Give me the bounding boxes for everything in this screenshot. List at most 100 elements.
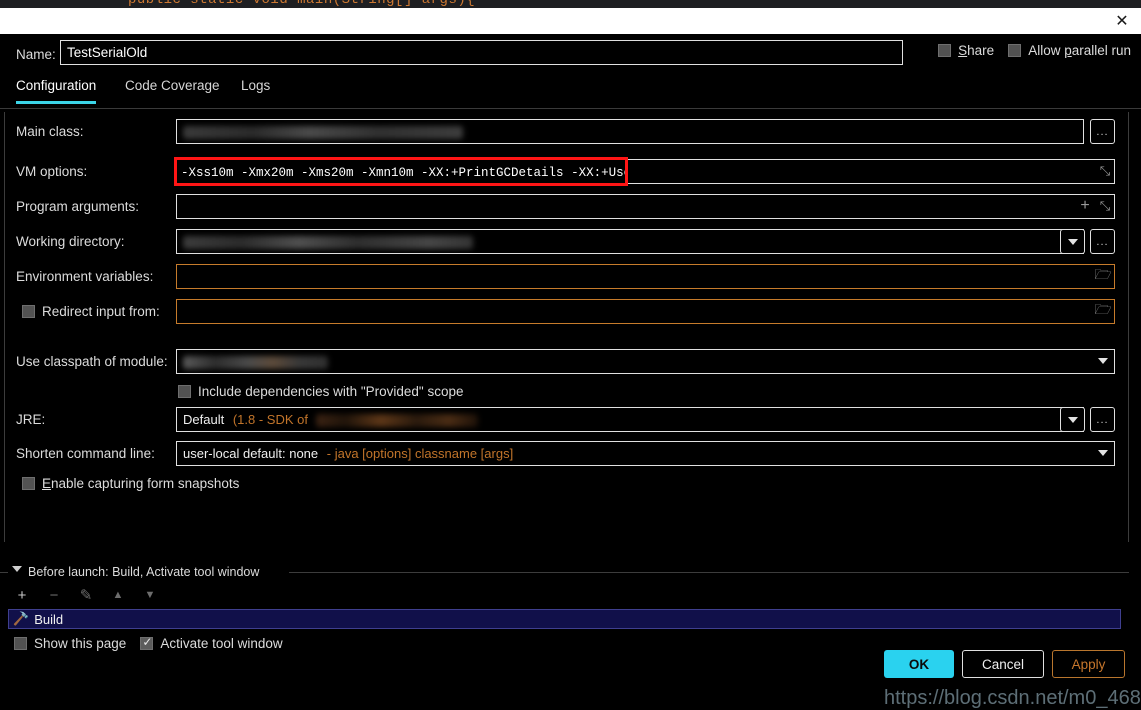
before-launch-collapse-icon[interactable] [12, 566, 22, 572]
jre-dropdown-button[interactable] [1060, 407, 1085, 432]
vm-options-label: VM options: [16, 164, 88, 179]
activate-tool-window-checkbox-box [140, 635, 154, 650]
top-checkboxes: Share Allow parallel run [938, 43, 1131, 58]
show-this-page-checkbox-box [14, 637, 27, 650]
environment-variables-label: Environment variables: [16, 269, 154, 284]
tab-divider [0, 108, 1141, 109]
working-directory-redacted-value [183, 236, 473, 250]
form-snapshots-checkbox[interactable]: Enable capturing form snapshots [22, 476, 239, 491]
allow-parallel-run-checkbox-box [1008, 44, 1022, 57]
redirect-input-label: Redirect input from: [42, 304, 160, 319]
panel-left-edge [4, 112, 5, 542]
ellipsis-icon: ... [1096, 413, 1109, 426]
name-label: Name: [16, 47, 56, 62]
tab-code-coverage-label: Code Coverage [125, 78, 220, 93]
form-snapshots-checkbox-box [22, 477, 35, 490]
vm-options-value: -Xss10m -Xmx20m -Xms20m -Xmn10m -XX:+Pri… [181, 166, 625, 180]
run-configuration-dialog: Name: TestSerialOld Share Allow parallel… [0, 34, 1141, 709]
shorten-command-line-value: user-local default: none [183, 446, 319, 461]
before-launch-task-label: Build [34, 611, 64, 627]
allow-parallel-run-checkbox[interactable]: Allow parallel run [1008, 43, 1131, 58]
vm-options-input-continuation[interactable] [628, 159, 1115, 184]
activate-tool-window-checkbox[interactable]: Activate tool window [140, 635, 283, 651]
before-launch-options: Show this page Activate tool window [14, 635, 283, 651]
remove-task-button[interactable]: − [46, 587, 62, 604]
cancel-button[interactable]: Cancel [962, 650, 1044, 678]
shorten-command-line-detail: - java [options] classname [args] [326, 446, 514, 461]
jre-label: JRE: [16, 412, 46, 427]
redirect-input-checkbox-box [22, 305, 35, 318]
working-directory-input[interactable] [176, 229, 1084, 254]
working-directory-browse-button[interactable]: ... [1090, 229, 1115, 254]
shorten-command-line-select[interactable]: user-local default: none - java [options… [176, 441, 1115, 466]
chevron-down-icon [1067, 416, 1078, 423]
before-launch-toolbar: + − ✎ ▲ ▼ [14, 587, 158, 605]
before-launch-line-right [289, 572, 1129, 573]
name-input[interactable]: TestSerialOld [60, 40, 903, 65]
before-launch-title: Before launch: Build, Activate tool wind… [28, 565, 266, 579]
background-code-strip: public static void main(String[] args){ [0, 0, 1141, 8]
environment-variables-folder-icon[interactable]: 🗁 [1094, 266, 1112, 286]
jre-value-detail: (1.8 - SDK of [232, 412, 308, 427]
program-arguments-input[interactable] [176, 194, 1115, 219]
tab-code-coverage[interactable]: Code Coverage [125, 78, 220, 101]
hammer-icon: 🔨 [13, 611, 30, 626]
share-accel: S [958, 43, 968, 58]
classpath-module-select[interactable] [176, 349, 1115, 374]
form-snapshots-label: Enable capturing form snapshots [42, 476, 239, 491]
form-snapshots-accel: E [42, 476, 52, 491]
shorten-command-line-dropdown-icon[interactable] [1096, 445, 1110, 461]
parallel-accel: p [1064, 43, 1072, 58]
share-checkbox[interactable]: Share [938, 43, 994, 58]
tab-logs[interactable]: Logs [241, 78, 270, 101]
add-task-button[interactable]: + [14, 587, 30, 604]
move-up-button[interactable]: ▲ [110, 587, 126, 603]
include-provided-checkbox-box [178, 385, 191, 398]
tab-configuration[interactable]: Configuration [16, 78, 97, 104]
working-directory-dropdown-button[interactable] [1060, 229, 1085, 254]
ok-button[interactable]: OK [884, 650, 954, 678]
redirect-input-field[interactable] [176, 299, 1115, 324]
classpath-module-label: Use classpath of module: [16, 354, 168, 369]
before-launch-line-left [0, 572, 8, 573]
program-arguments-add-icon[interactable]: + [1078, 196, 1092, 216]
main-class-browse-button[interactable]: ... [1090, 119, 1115, 144]
parallel-label-pre: Allow [1028, 43, 1065, 58]
include-provided-checkbox[interactable]: Include dependencies with "Provided" sco… [178, 384, 464, 399]
edit-task-button[interactable]: ✎ [78, 587, 94, 604]
ellipsis-icon: ... [1096, 235, 1109, 248]
jre-value-main: Default [183, 412, 225, 427]
share-label: Share [958, 43, 994, 58]
move-down-button[interactable]: ▼ [142, 587, 158, 603]
main-class-input[interactable] [176, 119, 1084, 144]
name-row: Name: TestSerialOld Share Allow parallel… [0, 40, 1141, 72]
redirect-input-checkbox[interactable]: Redirect input from: [22, 304, 160, 319]
apply-button[interactable]: Apply [1052, 650, 1125, 678]
panel-right-edge [1128, 112, 1129, 542]
tab-active-underline [16, 101, 97, 104]
vm-options-expand-icon[interactable]: ⤡ [1098, 161, 1112, 181]
show-this-page-checkbox[interactable]: Show this page [14, 636, 126, 651]
program-arguments-label: Program arguments: [16, 199, 140, 214]
shorten-command-line-label: Shorten command line: [16, 446, 155, 461]
tab-logs-label: Logs [241, 78, 271, 93]
vm-options-input[interactable]: -Xss10m -Xmx20m -Xms20m -Xmn10m -XX:+Pri… [174, 157, 628, 186]
redirect-input-folder-icon[interactable]: 🗁 [1094, 301, 1112, 321]
before-launch-task-row[interactable]: 🔨 Build [8, 609, 1121, 629]
activate-tool-window-label: Activate tool window [160, 636, 283, 651]
chevron-down-icon [1098, 358, 1108, 364]
jre-select[interactable]: Default (1.8 - SDK of [176, 407, 1084, 432]
form-snapshots-label-rest: nable capturing form snapshots [51, 476, 240, 491]
classpath-module-redacted-value [183, 356, 328, 370]
jre-browse-button[interactable]: ... [1090, 407, 1115, 432]
program-arguments-expand-icon[interactable]: ⤡ [1098, 196, 1112, 216]
environment-variables-input[interactable] [176, 264, 1115, 289]
show-this-page-label: Show this page [34, 636, 127, 651]
parallel-label-rest: arallel run [1071, 43, 1131, 58]
share-label-rest: hare [967, 43, 995, 58]
main-class-redacted-value [183, 126, 463, 140]
classpath-module-dropdown-icon[interactable] [1096, 353, 1110, 369]
chevron-down-icon [1067, 238, 1078, 245]
close-icon[interactable]: ✕ [1111, 12, 1133, 32]
chevron-down-icon [1098, 450, 1108, 456]
